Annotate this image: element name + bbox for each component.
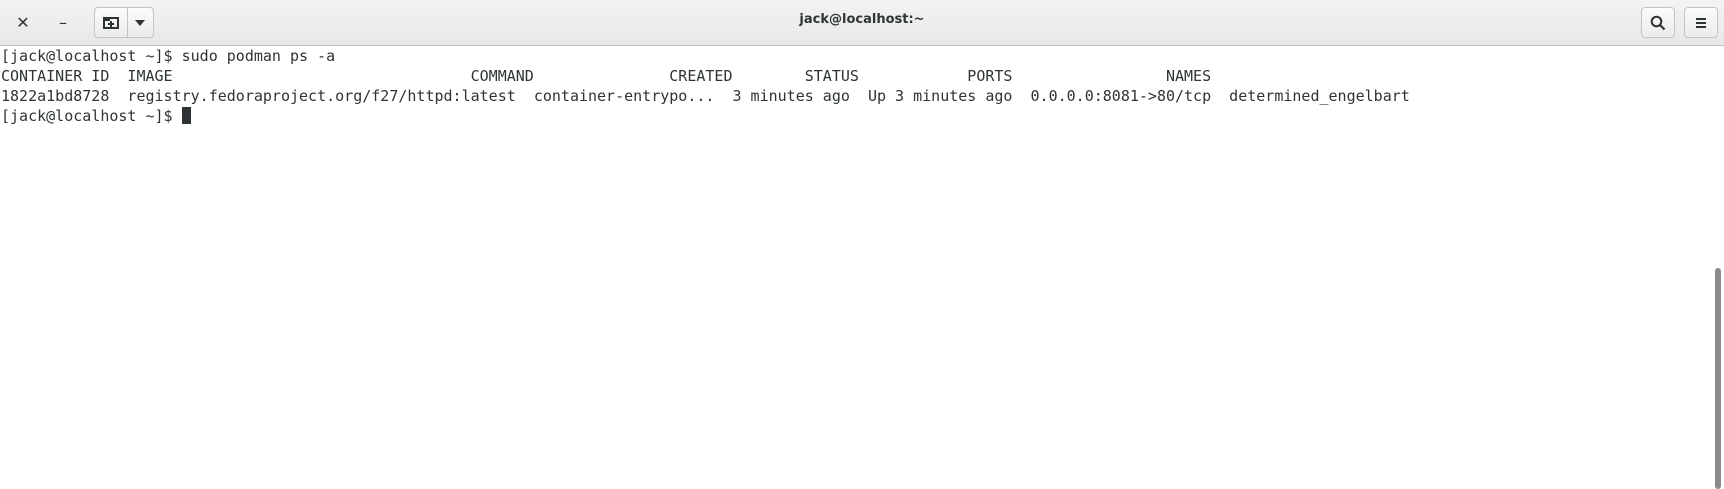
close-icon: ✕ [16,12,30,32]
new-tab-icon [102,16,119,29]
menu-button[interactable] [1684,7,1718,38]
terminal-line-command: [jack@localhost ~]$ sudo podman ps -a [1,47,336,65]
terminal-line-header: CONTAINER ID IMAGE COMMAND CREATED STATU… [1,67,1212,85]
terminal-output[interactable]: [jack@localhost ~]$ sudo podman ps -a CO… [0,46,1712,489]
search-button[interactable] [1641,7,1675,38]
prompt-text: [jack@localhost ~]$ [1,107,182,125]
new-tab-button[interactable] [95,8,128,37]
terminal-line-container: 1822a1bd8728 registry.fedoraproject.org/… [1,87,1410,105]
scrollbar-thumb[interactable] [1715,268,1721,489]
tab-menu-button[interactable] [128,8,153,37]
terminal-window: ✕ – jack@localhost:~ [jack@localhost ~]$… [0,0,1724,489]
text-cursor [181,107,191,124]
header-bar: ✕ – jack@localhost:~ [0,0,1724,46]
chevron-down-icon [135,19,146,26]
terminal-line-prompt: [jack@localhost ~]$ [0,106,1712,126]
minimize-button[interactable]: – [46,7,80,37]
hamburger-icon [1696,17,1706,28]
scrollbar[interactable] [1712,46,1724,489]
minimize-icon: – [59,12,67,32]
close-button[interactable]: ✕ [6,7,40,37]
search-icon [1650,15,1666,30]
window-title: jack@localhost:~ [799,12,925,27]
tab-button-group [94,7,154,38]
